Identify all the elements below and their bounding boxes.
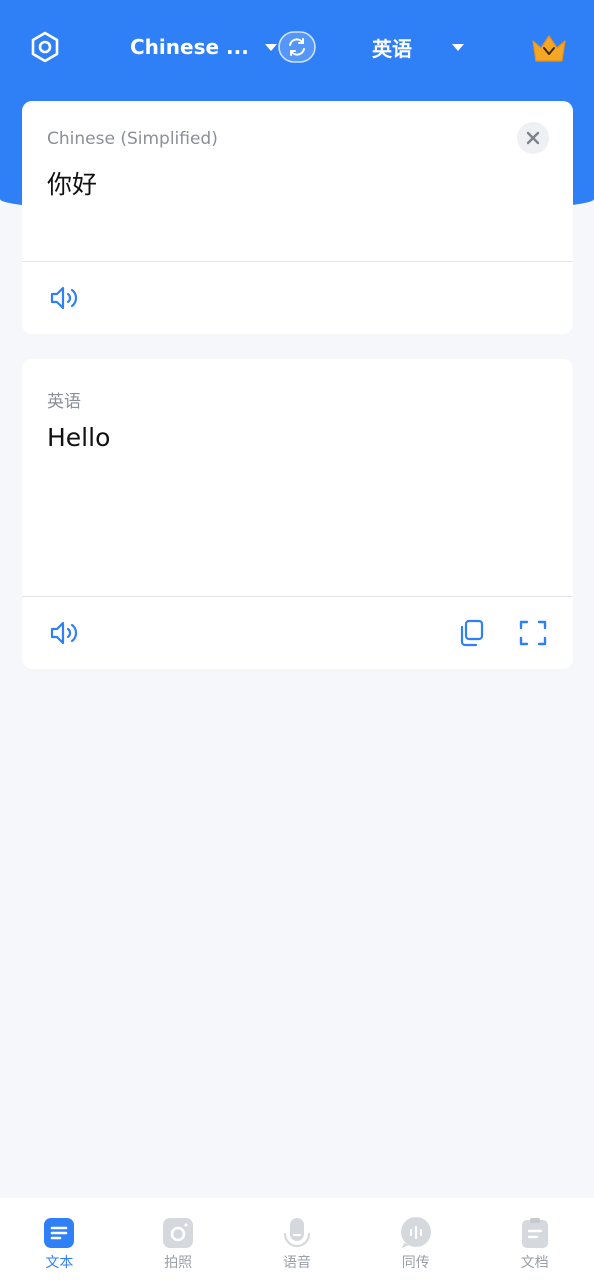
interpretation-icon <box>400 1217 431 1248</box>
premium-button[interactable] <box>530 31 568 65</box>
speaker-icon <box>50 621 78 645</box>
source-speak-button[interactable] <box>48 282 80 314</box>
fullscreen-icon <box>519 620 547 646</box>
translation-card: 英语 Hello <box>22 359 573 669</box>
speaker-icon <box>50 286 78 310</box>
nav-item-text[interactable]: 文本 <box>0 1198 119 1280</box>
translated-text: Hello <box>47 423 111 452</box>
swap-languages-button[interactable] <box>278 30 316 64</box>
copy-button[interactable] <box>456 617 486 649</box>
target-card-language: 英语 <box>47 392 81 412</box>
nav-label: 文档 <box>520 1255 549 1271</box>
clear-button[interactable] <box>517 122 549 154</box>
chevron-down-icon <box>264 43 277 51</box>
document-icon <box>521 1218 548 1248</box>
nav-label: 文本 <box>45 1255 74 1271</box>
target-language-label: 英语 <box>372 36 412 61</box>
source-text-input[interactable]: 你好 <box>47 165 97 201</box>
settings-hex-icon <box>31 31 59 63</box>
source-text-card: Chinese (Simplified) 你好 <box>22 101 573 334</box>
source-card-language: Chinese (Simplified) <box>47 129 218 149</box>
microphone-icon <box>283 1218 311 1248</box>
nav-label: 拍照 <box>164 1255 193 1271</box>
card-divider <box>22 596 573 597</box>
close-icon <box>526 131 540 145</box>
card-divider <box>22 261 573 262</box>
nav-item-document[interactable]: 文档 <box>475 1198 594 1280</box>
target-language-selector[interactable]: 英语 <box>372 30 464 64</box>
top-bar: Chinese ... 英语 <box>0 0 594 95</box>
source-language-label: Chinese ... <box>130 35 249 59</box>
settings-button[interactable] <box>28 30 62 64</box>
fullscreen-button[interactable] <box>518 617 548 649</box>
nav-label: 同传 <box>401 1255 430 1271</box>
swap-icon <box>278 31 316 63</box>
target-speak-button[interactable] <box>48 617 80 649</box>
copy-icon <box>460 619 484 647</box>
nav-label: 语音 <box>282 1255 311 1271</box>
nav-item-voice[interactable]: 语音 <box>238 1198 357 1280</box>
crown-icon <box>532 35 566 62</box>
nav-item-camera[interactable]: 拍照 <box>119 1198 238 1280</box>
bottom-navigation: 文本 拍照 语音 同传 文档 <box>0 1198 594 1280</box>
chevron-down-icon <box>452 43 464 51</box>
source-language-selector[interactable]: Chinese ... <box>130 30 277 64</box>
text-icon <box>44 1218 75 1248</box>
nav-item-interpretation[interactable]: 同传 <box>356 1198 475 1280</box>
camera-icon <box>163 1218 194 1248</box>
